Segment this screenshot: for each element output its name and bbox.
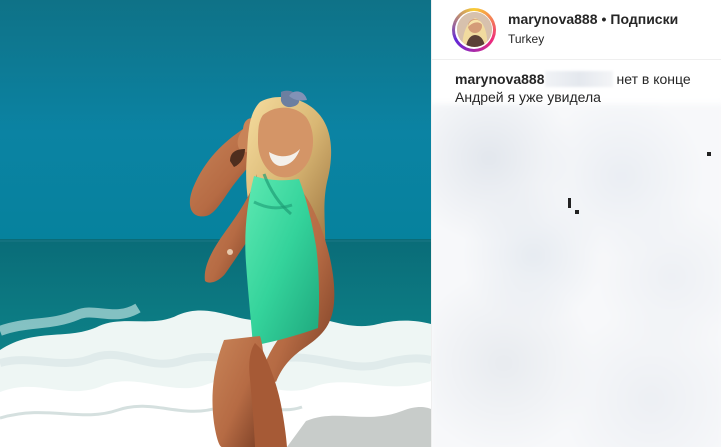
comment-text-line-1: нет в конце: [616, 71, 691, 87]
avatar-image: [456, 12, 492, 47]
post-username-link[interactable]: marynova888: [508, 11, 598, 28]
post-header: marynova888 • Подписки Turkey: [432, 0, 721, 60]
comment-item: marynova888 нет в конце Андрей я уже увид…: [455, 70, 703, 106]
profile-avatar-story-ring[interactable]: [452, 7, 496, 52]
instagram-post-view: marynova888 • Подписки Turkey marynova88…: [0, 0, 721, 447]
avatar: [456, 12, 492, 47]
comment-text-line-2: Андрей я уже увидела: [455, 89, 601, 105]
beach-photo: [0, 0, 431, 447]
comment-author-link[interactable]: marynova888: [455, 71, 545, 87]
comments-list: marynova888 нет в конце Андрей я уже увид…: [432, 60, 721, 447]
blurred-comments-region: [432, 104, 721, 447]
blurred-icon-mark: [707, 152, 711, 156]
following-button[interactable]: Подписки: [610, 11, 678, 28]
blurred-icon-mark: [575, 210, 579, 214]
post-details-panel: marynova888 • Подписки Turkey marynova88…: [431, 0, 721, 447]
post-photo[interactable]: [0, 0, 431, 447]
post-owner-info: marynova888 • Подписки Turkey: [508, 11, 678, 48]
owner-line: marynova888 • Подписки: [508, 11, 678, 28]
blurred-icon-mark: [568, 198, 571, 208]
location-link[interactable]: Turkey: [508, 31, 678, 48]
avatar-inner: [455, 10, 493, 49]
blurred-username-mask: [544, 71, 613, 87]
separator-dot: •: [601, 11, 607, 27]
